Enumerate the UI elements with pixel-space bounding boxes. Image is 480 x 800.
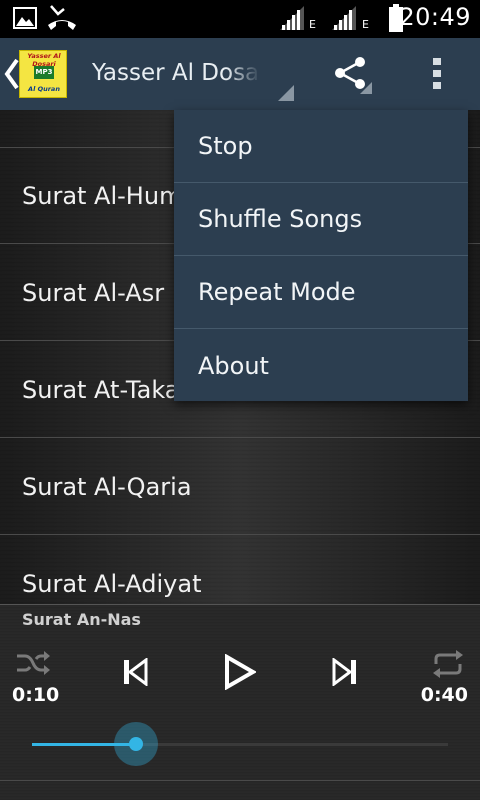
player-divider [0,604,480,605]
menu-item-repeat[interactable]: Repeat Mode [174,256,468,329]
data-type-label-2: E [362,18,369,31]
missed-call-icon [48,5,76,30]
player-bottom-divider [0,780,480,781]
previous-icon[interactable] [122,658,148,686]
app-logo[interactable]: Yasser Al Dosari MP3 Al Quran [19,50,67,98]
logo-line-2: MP3 [34,66,54,79]
list-item-label: Surat Al-Qaria [22,472,192,501]
now-playing-title: Surat An-Nas [22,610,141,629]
seek-bar[interactable] [32,722,448,766]
spinner-triangle-icon [278,85,294,101]
back-chevron-icon[interactable] [4,58,20,90]
menu-item-label: Shuffle Songs [198,205,363,233]
menu-item-label: About [198,351,269,380]
elapsed-time: 0:10 [12,684,60,706]
seek-thumb[interactable] [129,737,143,751]
repeat-icon[interactable] [432,650,464,678]
action-bar: Yasser Al Dosari MP3 Al Quran Yasser Al … [0,38,480,110]
play-icon[interactable] [224,654,256,690]
share-icon[interactable] [330,52,374,96]
overflow-menu-icon[interactable] [428,52,448,96]
logo-line-3: Al Quran [28,85,60,93]
list-item[interactable]: Surat Al-Qaria [0,439,480,535]
menu-item-about[interactable]: About [174,329,468,402]
signal-2-icon [332,6,356,30]
shuffle-icon[interactable] [16,650,50,676]
player-panel: Surat An-Nas 0:10 0:40 [0,604,480,800]
menu-item-stop[interactable]: Stop [174,110,468,183]
data-type-label: E [309,18,316,31]
status-bar: E E 20:49 [0,0,480,38]
menu-item-shuffle[interactable]: Shuffle Songs [174,183,468,256]
duration-time: 0:40 [420,684,468,706]
list-item-label: Surat Al-Adiyat [22,569,202,598]
list-item-label: Surat Al-Asr [22,278,165,307]
next-icon[interactable] [332,658,358,686]
status-time: 20:49 [399,3,471,31]
menu-item-label: Repeat Mode [198,278,356,306]
reciter-spinner[interactable]: Yasser Al Dosari [92,60,260,94]
image-icon [13,7,37,29]
list-item[interactable]: Surat Al-Adiyat [0,536,480,604]
signal-1-icon [280,6,304,30]
menu-item-label: Stop [198,132,253,160]
overflow-popup-menu: Stop Shuffle Songs Repeat Mode About [174,110,468,401]
